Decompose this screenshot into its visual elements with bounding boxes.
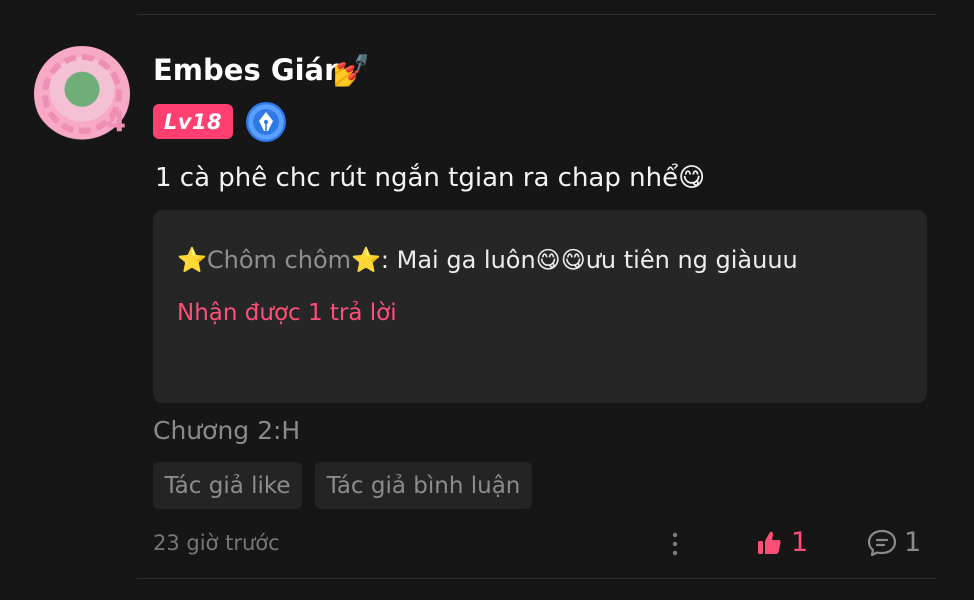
reply-button[interactable]: 1	[866, 527, 921, 558]
avatar[interactable]: 4	[34, 46, 130, 142]
like-button[interactable]: 1	[755, 527, 808, 558]
user-name[interactable]: Embes Gián	[153, 53, 345, 87]
reply-count: 1	[904, 527, 922, 558]
author-like-chip: Tác giả like	[153, 462, 302, 509]
more-vertical-icon-graphic	[672, 532, 678, 556]
like-count: 1	[791, 527, 809, 558]
comment-text: 1 cà phê chc rút ngắn tgian ra chap nhể😋	[155, 163, 706, 193]
top-divider	[137, 14, 936, 15]
pen-nib-icon	[259, 112, 273, 131]
bottom-divider	[137, 578, 936, 579]
chapter-label[interactable]: Chương 2:H	[153, 416, 300, 445]
timestamp: 23 giờ trước	[153, 531, 280, 555]
reply-preview-card[interactable]: ⭐Chôm chôm⭐: Mai ga luôn😋😋ưu tiên ng già…	[153, 210, 927, 403]
avatar-decoration-text: 4	[106, 105, 126, 138]
comment-bubble-icon	[867, 529, 897, 556]
reply-author[interactable]: ⭐Chôm chôm⭐	[177, 246, 381, 274]
reply-text: Mai ga luôn😋😋ưu tiên ng giàuuu	[396, 246, 798, 274]
pen-badge-icon	[246, 102, 286, 142]
nail-polish-emoji: 💅	[332, 53, 371, 89]
reply-separator: :	[380, 246, 397, 274]
author-reply-chip: Tác giả bình luận	[315, 462, 532, 509]
reply-count-link[interactable]: Nhận được 1 trả lời	[177, 300, 397, 326]
thumb-up-icon	[758, 531, 781, 554]
more-vertical-icon[interactable]	[665, 530, 685, 560]
reply-preview-line: ⭐Chôm chôm⭐: Mai ga luôn😋😋ưu tiên ng già…	[177, 246, 798, 274]
level-badge: Lv18	[153, 104, 233, 139]
